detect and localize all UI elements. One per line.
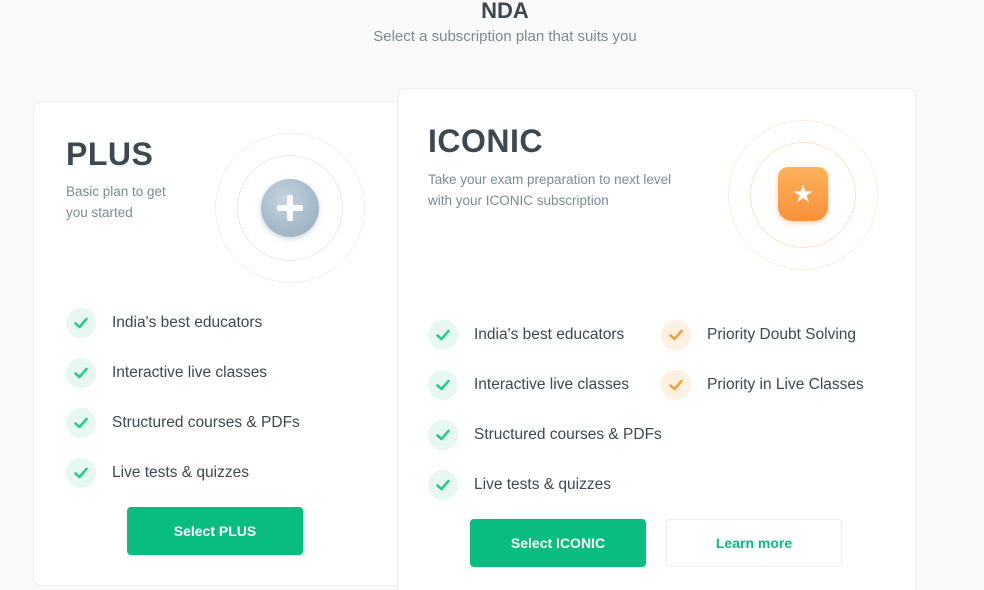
iconic-feature-item: Live tests & quizzes (428, 470, 611, 500)
select-plus-button[interactable]: Select PLUS (127, 507, 303, 555)
plus-feature-item: Live tests & quizzes (66, 458, 249, 488)
check-icon (66, 358, 96, 388)
check-icon (428, 370, 458, 400)
learn-more-button[interactable]: Learn more (666, 519, 842, 567)
iconic-extra-feature-item: Priority Doubt Solving (661, 320, 856, 350)
check-icon (661, 370, 691, 400)
page-subtitle: Select a subscription plan that suits yo… (373, 28, 637, 45)
iconic-feature-item: Structured courses & PDFs (428, 420, 662, 450)
star-icon: ★ (778, 167, 828, 221)
iconic-feature-item: India's best educators (428, 320, 624, 350)
page-title: NDA (481, 0, 529, 23)
plus-icon (261, 179, 319, 237)
check-icon (66, 458, 96, 488)
check-icon (66, 308, 96, 338)
plus-plan-title: PLUS (66, 136, 154, 172)
check-icon (428, 320, 458, 350)
plus-feature-item: Structured courses & PDFs (66, 408, 300, 438)
iconic-plan-title: ICONIC (428, 123, 543, 159)
plus-plan-description: Basic plan to get you started (66, 184, 166, 220)
check-icon (661, 320, 691, 350)
iconic-plan-description: Take your exam preparation to next level… (428, 172, 672, 208)
check-icon (66, 408, 96, 438)
plus-plan-card: PLUS Basic plan to get you started India… (33, 101, 408, 586)
check-icon (428, 420, 458, 450)
iconic-feature-item: Interactive live classes (428, 370, 629, 400)
page-header: NDA Select a subscription plan that suit… (0, 0, 984, 45)
iconic-plan-card: ICONIC Take your exam preparation to nex… (397, 88, 916, 590)
select-iconic-button[interactable]: Select ICONIC (470, 519, 646, 567)
plus-feature-item: India's best educators (66, 308, 262, 338)
check-icon (428, 470, 458, 500)
plus-feature-item: Interactive live classes (66, 358, 267, 388)
iconic-extra-feature-item: Priority in Live Classes (661, 370, 864, 400)
